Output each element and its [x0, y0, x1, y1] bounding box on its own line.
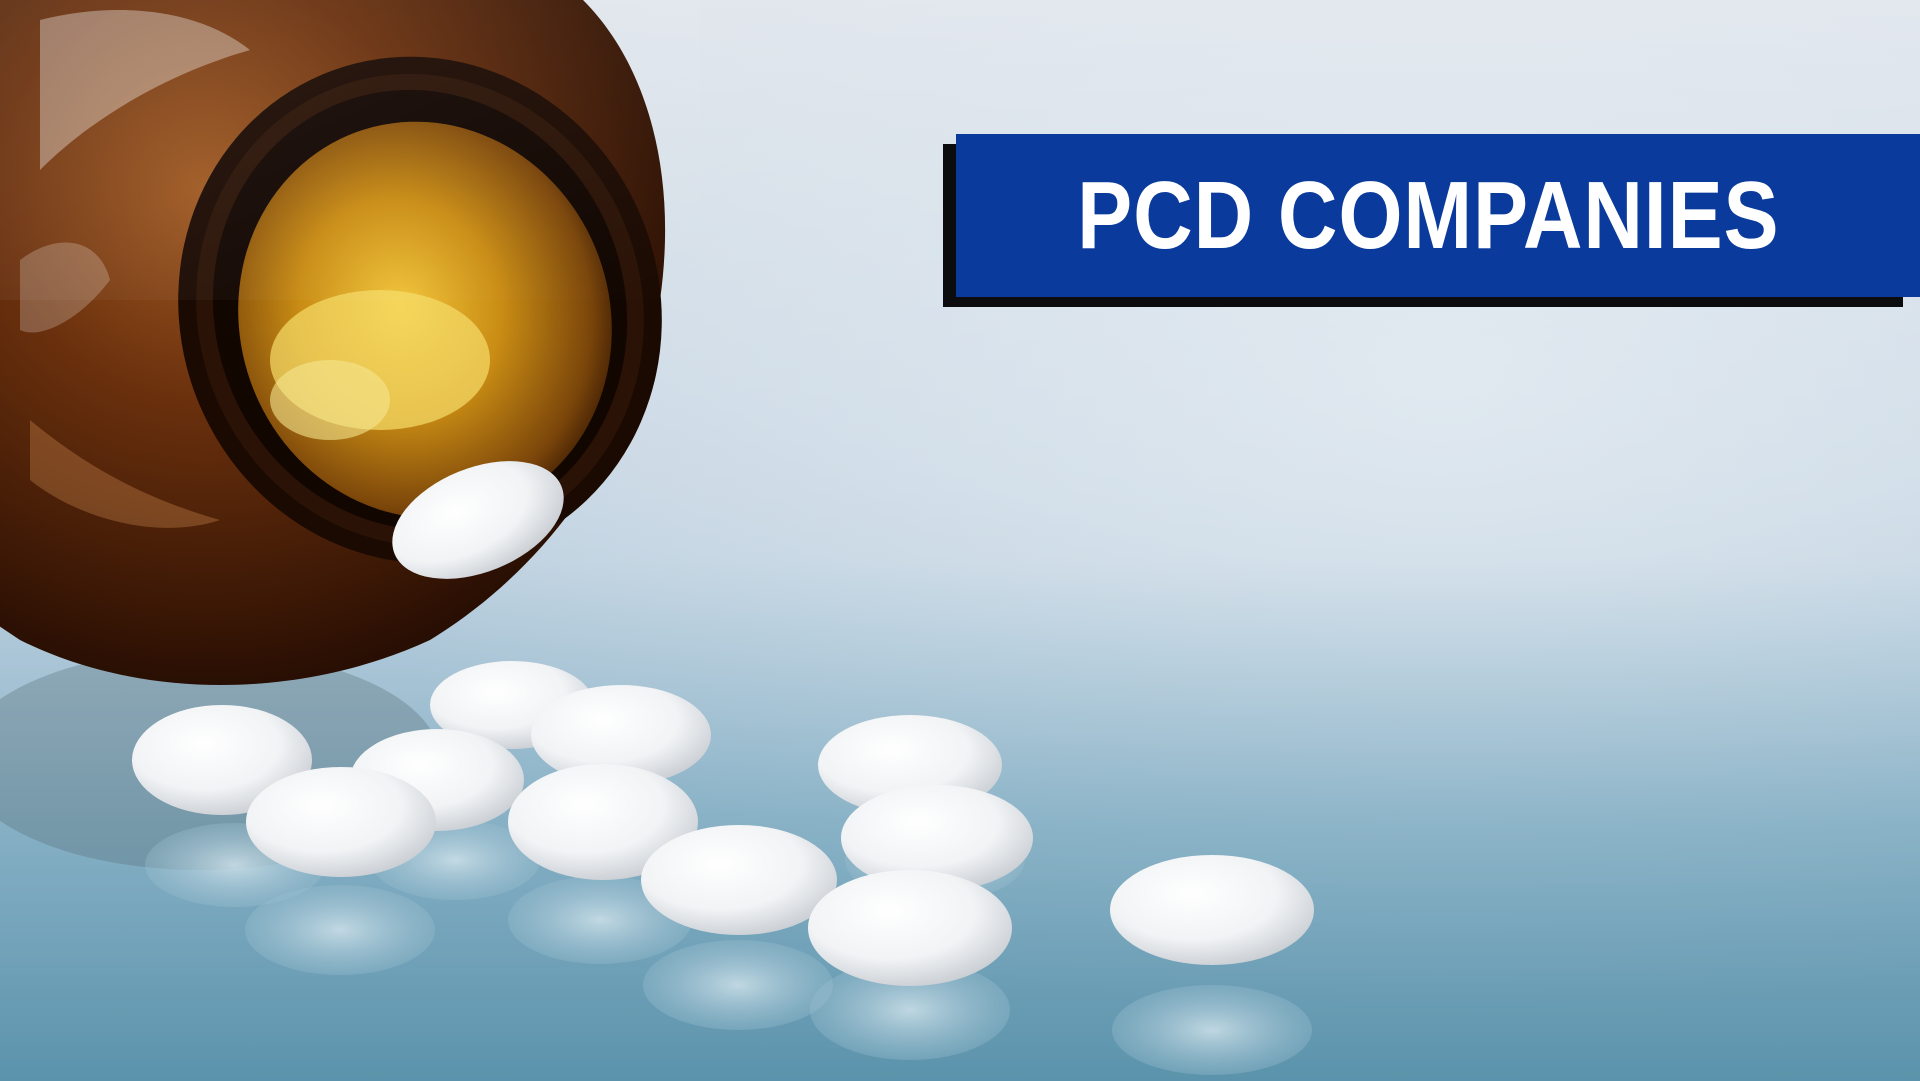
banner-box: PCD COMPANIES	[956, 134, 1920, 297]
title-banner: PCD COMPANIES	[943, 134, 1920, 307]
hero-image: PCD COMPANIES	[0, 0, 1920, 1081]
banner-title: PCD COMPANIES	[1076, 161, 1780, 269]
